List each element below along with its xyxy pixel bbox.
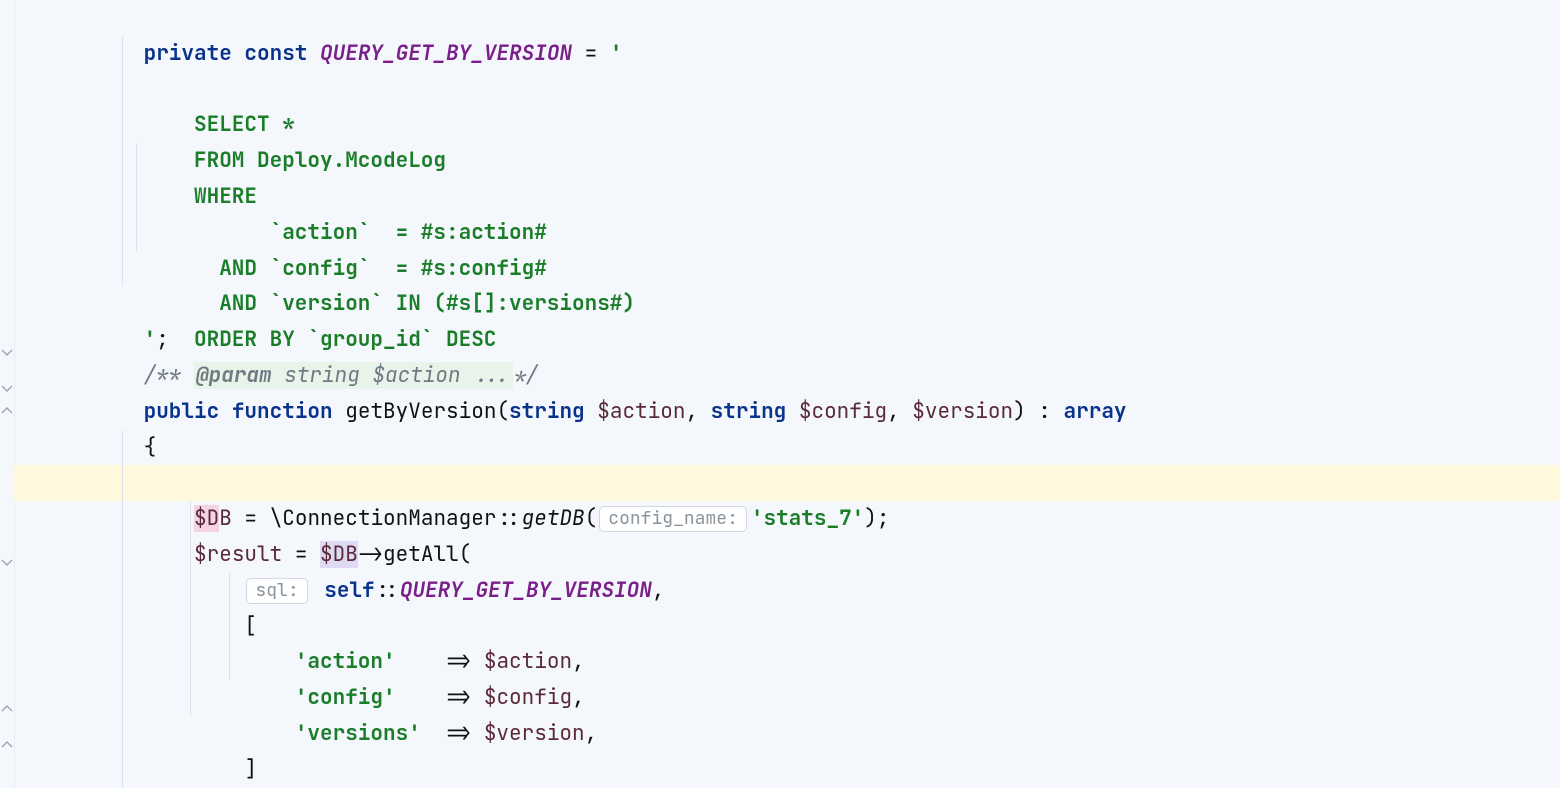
code-line[interactable]: 'action' => $action,: [14, 573, 1560, 609]
code-line[interactable]: 'versions' => $version,: [14, 644, 1560, 680]
code-line[interactable]: ';: [14, 286, 1560, 322]
code-area[interactable]: private const QUERY_GET_BY_VERSION = ' S…: [14, 0, 1560, 788]
fold-mark-icon[interactable]: [0, 348, 14, 357]
code-line[interactable]: [14, 752, 1560, 788]
code-line[interactable]: $DB = \ConnectionManager::getDB(config_n…: [14, 430, 1560, 466]
gutter: [0, 0, 15, 788]
code-line[interactable]: FROM Deploy.McodeLog: [14, 72, 1560, 108]
code-line[interactable]: public function getByVersion(string $act…: [14, 358, 1560, 394]
code-line[interactable]: private const QUERY_GET_BY_VERSION = ': [14, 0, 1560, 36]
fold-mark-icon[interactable]: [0, 739, 14, 748]
code-line[interactable]: ORDER BY `group_id` DESC: [14, 251, 1560, 287]
code-line[interactable]: AND `config` = #s:config#: [14, 179, 1560, 215]
fold-mark-icon[interactable]: [0, 405, 14, 414]
fold-mark-icon[interactable]: [0, 384, 14, 393]
code-line[interactable]: SELECT *: [14, 36, 1560, 72]
code-editor[interactable]: private const QUERY_GET_BY_VERSION = ' S…: [0, 0, 1560, 788]
fold-mark-icon[interactable]: [0, 703, 14, 712]
code-line[interactable]: [: [14, 537, 1560, 573]
code-line[interactable]: AND `version` IN (#s[]:versions#): [14, 215, 1560, 251]
code-line[interactable]: );: [14, 716, 1560, 752]
code-line[interactable]: /** @param string $action ...*/: [14, 322, 1560, 358]
code-line[interactable]: `action` = #s:action#: [14, 143, 1560, 179]
code-line[interactable]: ]: [14, 680, 1560, 716]
code-line[interactable]: 'config' => $config,: [14, 609, 1560, 645]
code-line[interactable]: {: [14, 394, 1560, 430]
code-line[interactable]: sql: self::QUERY_GET_BY_VERSION,: [14, 501, 1560, 537]
code-line-current[interactable]: $result = $DB->getAll(: [14, 465, 1560, 501]
fold-mark-icon[interactable]: [0, 558, 14, 567]
code-line[interactable]: WHERE: [14, 107, 1560, 143]
